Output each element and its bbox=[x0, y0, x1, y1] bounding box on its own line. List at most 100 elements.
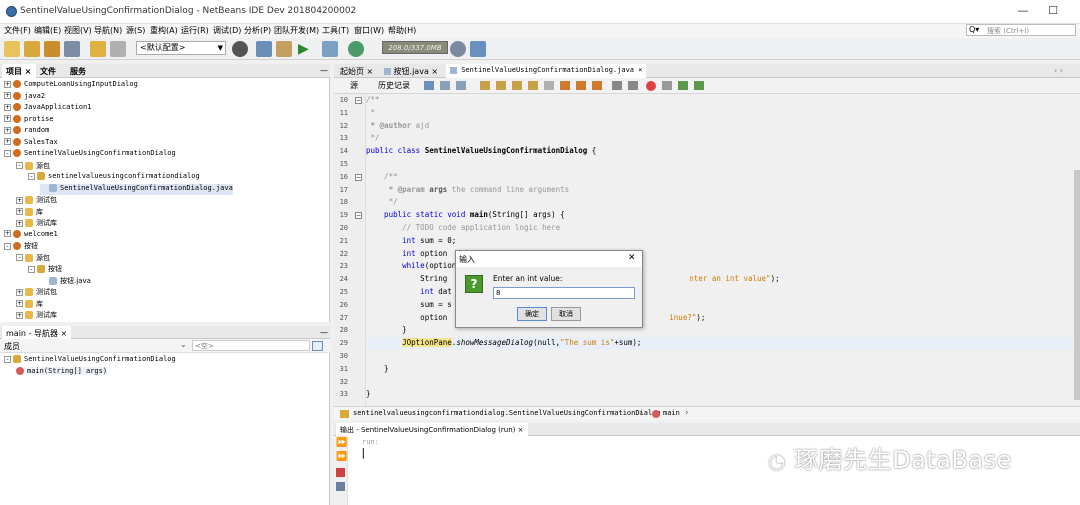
expand-icon[interactable]: + bbox=[4, 103, 11, 111]
stop-macro-icon[interactable] bbox=[662, 81, 672, 90]
tree-item[interactable]: + 库 bbox=[16, 299, 43, 311]
close-icon[interactable]: × bbox=[518, 426, 524, 434]
expand-icon[interactable]: + bbox=[16, 208, 23, 215]
close-icon[interactable]: × bbox=[367, 67, 374, 76]
history-tab[interactable]: 历史记录 bbox=[378, 80, 410, 91]
expand-icon[interactable]: + bbox=[16, 311, 23, 319]
collapse-icon[interactable]: - bbox=[16, 162, 23, 169]
tree-item[interactable]: - 按钮 bbox=[4, 241, 38, 253]
find-icon[interactable] bbox=[480, 81, 490, 90]
clean-build-icon[interactable] bbox=[276, 41, 292, 57]
undo-icon[interactable] bbox=[90, 41, 106, 57]
gc-icon[interactable] bbox=[450, 41, 466, 57]
snapshot-icon[interactable] bbox=[470, 41, 486, 57]
tab-navigator[interactable]: main - 导航器 × bbox=[2, 326, 72, 340]
source-tab[interactable]: 源 bbox=[350, 80, 358, 91]
collapse-icon[interactable]: - bbox=[28, 172, 35, 180]
menu-refactor[interactable]: 重构(A) bbox=[150, 25, 178, 36]
tab-output[interactable]: 输出 - SentinelValueUsingConfirmationDialo… bbox=[336, 423, 528, 437]
config-select[interactable]: <默认配置> ▼ bbox=[136, 41, 226, 55]
tree-item[interactable]: + ComputeLoanUsingInputDialog bbox=[4, 80, 138, 92]
find-next-icon[interactable] bbox=[512, 81, 522, 90]
find-previous-icon[interactable] bbox=[496, 81, 506, 90]
expand-icon[interactable]: + bbox=[16, 288, 23, 296]
menu-debug[interactable]: 调试(D) bbox=[213, 25, 241, 36]
tab-start-page[interactable]: 起始页 × bbox=[336, 64, 377, 78]
close-icon[interactable]: × bbox=[431, 67, 438, 76]
menu-help[interactable]: 帮助(H) bbox=[388, 25, 416, 36]
rerun-with-params-icon[interactable]: ⏩ bbox=[336, 452, 347, 462]
member-filter-select[interactable]: <空> bbox=[192, 340, 310, 351]
collapse-icon[interactable]: - bbox=[4, 355, 11, 363]
tree-item[interactable]: + protise bbox=[4, 114, 54, 127]
shift-right-icon[interactable] bbox=[628, 81, 638, 90]
tab-sentinel-java[interactable]: SentinelValueUsingConfirmationDialog.jav… bbox=[446, 64, 647, 78]
tree-item[interactable]: - 源包 bbox=[16, 253, 50, 265]
expand-icon[interactable]: + bbox=[4, 126, 11, 134]
tab-services[interactable]: 服务 bbox=[66, 64, 90, 78]
minimize-panel-button[interactable]: — bbox=[316, 326, 332, 340]
navigator-item[interactable]: - SentinelValueUsingConfirmationDialog bbox=[4, 355, 176, 367]
menu-view[interactable]: 视图(V) bbox=[64, 25, 92, 36]
members-select[interactable]: 成员 bbox=[4, 341, 20, 352]
tree-item[interactable]: + 测试包 bbox=[16, 195, 57, 207]
menu-run[interactable]: 运行(R) bbox=[181, 25, 209, 36]
profile-icon[interactable] bbox=[348, 41, 364, 57]
tree-item[interactable]: + 测试库 bbox=[16, 310, 57, 322]
breadcrumb-method[interactable]: main bbox=[663, 409, 680, 417]
toggle-bookmark-icon[interactable] bbox=[592, 81, 602, 90]
menu-navigate[interactable]: 导航(N) bbox=[94, 25, 122, 36]
build-icon[interactable] bbox=[256, 41, 272, 57]
close-icon[interactable]: × bbox=[638, 66, 642, 74]
chevron-down-icon[interactable]: ⌄ bbox=[180, 340, 187, 349]
tree-item[interactable]: + JavaApplication1 bbox=[4, 103, 91, 115]
rerun-icon[interactable]: ⏩ bbox=[336, 438, 347, 448]
collapse-icon[interactable]: - bbox=[16, 254, 23, 261]
expand-icon[interactable]: + bbox=[4, 80, 11, 88]
menu-team[interactable]: 团队开发(M) bbox=[274, 25, 319, 36]
save-all-icon[interactable] bbox=[64, 41, 80, 57]
expand-icon[interactable]: + bbox=[4, 138, 11, 145]
minimize-panel-button[interactable]: — bbox=[316, 64, 332, 78]
close-icon[interactable]: × bbox=[25, 67, 32, 76]
tree-item[interactable]: + SalesTax bbox=[4, 137, 58, 150]
run-icon[interactable]: ▶ bbox=[298, 41, 314, 57]
close-icon[interactable]: × bbox=[61, 329, 68, 338]
new-file-icon[interactable] bbox=[4, 41, 20, 57]
menu-edit[interactable]: 编辑(E) bbox=[34, 25, 61, 36]
menu-source[interactable]: 源(S) bbox=[126, 25, 145, 36]
tab-files[interactable]: 文件 bbox=[36, 64, 60, 78]
fold-icon[interactable]: − bbox=[355, 173, 362, 181]
navigator-item[interactable]: main(String[] args) bbox=[16, 366, 108, 379]
collapse-icon[interactable]: - bbox=[4, 149, 11, 157]
prev-bookmark-icon[interactable] bbox=[560, 81, 570, 90]
tree-item[interactable]: - SentinelValueUsingConfirmationDialog bbox=[4, 149, 176, 161]
new-project-icon[interactable] bbox=[24, 41, 40, 57]
tree-item[interactable]: - 源包 bbox=[16, 161, 50, 173]
ok-button[interactable]: 确定 bbox=[517, 307, 547, 321]
output-settings-icon[interactable] bbox=[336, 482, 345, 491]
tree-item[interactable]: + 测试包 bbox=[16, 287, 57, 299]
comment-icon[interactable] bbox=[678, 81, 688, 90]
menu-tools[interactable]: 工具(T) bbox=[322, 25, 349, 36]
collapse-icon[interactable]: - bbox=[28, 265, 35, 273]
start-macro-icon[interactable] bbox=[646, 81, 656, 91]
memory-indicator[interactable]: 208.0/337.0MB bbox=[382, 41, 448, 54]
forward-icon[interactable] bbox=[456, 81, 466, 90]
dialog-close-button[interactable]: ✕ bbox=[628, 253, 636, 263]
menu-file[interactable]: 文件(F) bbox=[4, 25, 31, 36]
uncomment-icon[interactable] bbox=[694, 81, 704, 90]
shift-left-icon[interactable] bbox=[612, 81, 622, 90]
expand-icon[interactable]: + bbox=[4, 115, 11, 122]
next-bookmark-icon[interactable] bbox=[576, 81, 586, 90]
cancel-button[interactable]: 取消 bbox=[551, 307, 581, 321]
menu-profile[interactable]: 分析(P) bbox=[244, 25, 271, 36]
redo-icon[interactable] bbox=[110, 41, 126, 57]
tab-projects[interactable]: 项目 × bbox=[2, 64, 36, 78]
expand-icon[interactable]: + bbox=[4, 92, 11, 99]
search-input[interactable]: Q▾ 搜索 (Ctrl+I) bbox=[966, 24, 1076, 36]
tree-item[interactable]: + welcome1 bbox=[4, 229, 58, 242]
last-edit-icon[interactable] bbox=[424, 81, 434, 90]
toggle-highlight-icon[interactable] bbox=[528, 81, 538, 90]
open-project-icon[interactable] bbox=[44, 41, 60, 57]
